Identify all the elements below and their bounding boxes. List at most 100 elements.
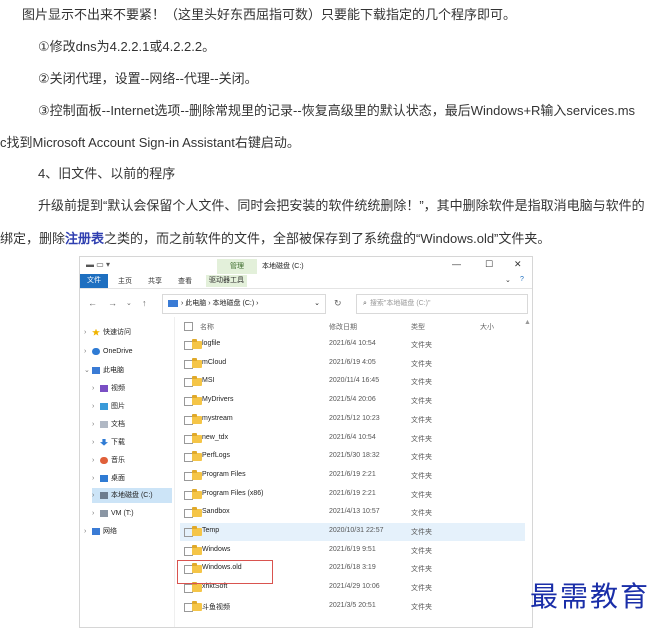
- file-date: 2021/4/13 10:57: [329, 508, 380, 516]
- column-header-name[interactable]: 名称: [200, 322, 214, 332]
- address-dropdown-icon[interactable]: ⌄: [314, 295, 320, 313]
- drive-icon: [100, 491, 108, 499]
- file-row[interactable]: mystream 2021/5/12 10:23 文件夹: [180, 411, 525, 429]
- breadcrumb-this-pc[interactable]: 此电脑: [185, 300, 206, 307]
- column-header-size[interactable]: 大小: [480, 322, 494, 332]
- breadcrumb-separator: ›: [181, 300, 184, 307]
- folder-icon: [192, 376, 202, 387]
- file-row[interactable]: Temp 2020/10/31 22:57 文件夹: [180, 523, 525, 541]
- sidebar-item-downloads[interactable]: › 下载: [92, 435, 180, 450]
- article-text: 之类的，而之前软件的文件，全部被保存到了系统盘的“Windows.old”文件夹…: [104, 231, 551, 246]
- download-icon: [100, 438, 108, 446]
- sidebar-item-vm-t[interactable]: › VM (T:): [92, 506, 180, 521]
- expand-arrow-icon[interactable]: ›: [84, 524, 92, 539]
- expand-arrow-icon[interactable]: ›: [92, 453, 100, 468]
- file-type: 文件夹: [411, 510, 432, 518]
- file-date: 2020/11/4 16:45: [329, 377, 380, 385]
- sidebar-item-network[interactable]: › 网络: [84, 524, 172, 539]
- file-row[interactable]: new_tdx 2021/6/4 10:54 文件夹: [180, 430, 525, 448]
- tab-home[interactable]: 主页: [118, 276, 132, 286]
- select-all-checkbox[interactable]: [184, 322, 193, 331]
- sidebar-item-videos[interactable]: › 视频: [92, 381, 180, 396]
- column-header-type[interactable]: 类型: [411, 322, 425, 332]
- file-date: 2021/6/18 3:19: [329, 564, 376, 572]
- file-row[interactable]: PerfLogs 2021/5/30 18:32 文件夹: [180, 448, 525, 466]
- collapse-arrow-icon[interactable]: ⌄: [84, 363, 92, 378]
- breadcrumb-local-disk[interactable]: 本地磁盘 (C:): [213, 300, 255, 307]
- desktop-icon: [100, 474, 108, 482]
- file-row[interactable]: Program Files 2021/6/19 2:21 文件夹: [180, 467, 525, 485]
- navigation-pane: › 快速访问 › OneDrive ⌄ 此电脑 › 视频 › 图片 › 文档 › 下载 › 音乐…: [80, 317, 172, 627]
- computer-icon: [168, 299, 178, 307]
- computer-icon: [92, 366, 100, 374]
- folder-icon: [192, 357, 202, 368]
- sidebar-item-pictures[interactable]: › 图片: [92, 399, 180, 414]
- sidebar-item-music[interactable]: › 音乐: [92, 453, 180, 468]
- help-icon[interactable]: ?: [520, 276, 524, 283]
- sidebar-item-quick-access[interactable]: › 快速访问: [84, 325, 172, 340]
- file-type: 文件夹: [411, 342, 432, 349]
- pane-divider[interactable]: [174, 317, 175, 627]
- file-row[interactable]: Windows 2021/6/19 9:51 文件夹: [180, 542, 525, 560]
- refresh-icon[interactable]: ↻: [334, 298, 342, 309]
- file-type: 文件夹: [411, 435, 432, 443]
- minimize-button[interactable]: —: [452, 259, 461, 269]
- folder-icon: [192, 582, 202, 593]
- tab-view[interactable]: 查看: [178, 276, 192, 286]
- scroll-up-icon[interactable]: ▲: [524, 319, 531, 326]
- expand-arrow-icon[interactable]: ›: [92, 435, 100, 450]
- tab-share[interactable]: 共享: [148, 276, 162, 286]
- document-icon: [100, 420, 108, 428]
- registry-link[interactable]: 注册表: [65, 231, 104, 246]
- tab-manage[interactable]: 管理: [217, 259, 257, 274]
- maximize-button[interactable]: ☐: [485, 259, 493, 270]
- sidebar-item-label: 此电脑: [103, 367, 124, 374]
- back-arrow-icon[interactable]: ←: [88, 298, 97, 308]
- sidebar-item-local-disk-c[interactable]: › 本地磁盘 (C:): [92, 488, 172, 503]
- file-row[interactable]: 斗鱼视频 2021/3/5 20:51 文件夹: [180, 598, 525, 616]
- article-paragraph-1: 图片显示不出来不要紧！（这里头好东西屈指可数）只要能下载指定的几个程序即可。: [22, 7, 517, 22]
- ribbon-expand-icon[interactable]: ⌄: [505, 276, 511, 284]
- up-arrow-icon[interactable]: ↑: [142, 298, 147, 308]
- forward-arrow-icon[interactable]: →: [108, 298, 117, 308]
- sidebar-item-desktop[interactable]: › 桌面: [92, 471, 180, 486]
- file-row[interactable]: MSI 2020/11/4 16:45 文件夹: [180, 373, 525, 391]
- folder-icon: [192, 600, 202, 611]
- file-row[interactable]: logfile 2021/6/4 10:54 文件夹: [180, 336, 525, 354]
- expand-arrow-icon[interactable]: ›: [92, 399, 100, 414]
- file-type: 文件夹: [411, 472, 432, 480]
- expand-arrow-icon[interactable]: ›: [92, 381, 100, 396]
- sidebar-item-this-pc[interactable]: ⌄ 此电脑: [84, 363, 172, 378]
- expand-arrow-icon[interactable]: ›: [92, 417, 100, 432]
- title-bar: ▬ ▭ ▾ 管理 本地磁盘 (C:) — ☐ ✕: [80, 257, 532, 274]
- expand-arrow-icon[interactable]: ›: [84, 344, 92, 359]
- address-bar[interactable]: › 此电脑 › 本地磁盘 (C:) › ⌄: [162, 294, 326, 314]
- address-row: ← → ⌄ ↑ › 此电脑 › 本地磁盘 (C:) › ⌄ ↻ ⌕ 搜索"本地磁盘…: [80, 289, 532, 317]
- expand-arrow-icon[interactable]: ›: [92, 488, 100, 503]
- expand-arrow-icon[interactable]: ›: [92, 506, 100, 521]
- file-row[interactable]: Sandbox 2021/4/13 10:57 文件夹: [180, 504, 525, 522]
- expand-arrow-icon[interactable]: ›: [92, 471, 100, 486]
- article-paragraph-2: ①修改dns为4.2.2.1或4.2.2.2。: [38, 39, 216, 54]
- file-row[interactable]: mCloud 2021/6/19 4:05 文件夹: [180, 355, 525, 373]
- file-date: 2021/5/12 10:23: [329, 414, 380, 422]
- sidebar-item-onedrive[interactable]: › OneDrive: [84, 344, 172, 359]
- close-button[interactable]: ✕: [514, 259, 522, 270]
- search-input[interactable]: ⌕ 搜索"本地磁盘 (C:)": [356, 294, 528, 314]
- recent-locations-icon[interactable]: ⌄: [126, 299, 132, 307]
- breadcrumb-separator: ›: [256, 300, 259, 307]
- article-paragraph-8: 绑定，删除注册表之类的，而之前软件的文件，全部被保存到了系统盘的“Windows…: [0, 228, 550, 247]
- expand-arrow-icon[interactable]: ›: [84, 325, 92, 340]
- column-header-date[interactable]: 修改日期: [329, 322, 357, 332]
- tab-drive-tools[interactable]: 驱动器工具: [206, 275, 247, 287]
- file-name: Program Files: [202, 470, 246, 478]
- article-paragraph-7: 升级前提到“默认会保留个人文件、同时会把安装的软件统统删除！”，其中删除软件是指…: [38, 198, 645, 213]
- file-date: 2021/6/4 10:54: [329, 433, 376, 441]
- file-date: 2021/6/4 10:54: [329, 340, 376, 347]
- file-row[interactable]: Program Files (x86) 2021/6/19 2:21 文件夹: [180, 486, 525, 504]
- file-row[interactable]: MyDrivers 2021/5/4 20:06 文件夹: [180, 392, 525, 410]
- quick-access-toolbar[interactable]: ▬ ▭ ▾: [86, 260, 110, 269]
- sidebar-item-documents[interactable]: › 文档: [92, 417, 180, 432]
- tab-file[interactable]: 文件: [80, 274, 108, 288]
- file-name: 斗鱼视频: [202, 603, 230, 611]
